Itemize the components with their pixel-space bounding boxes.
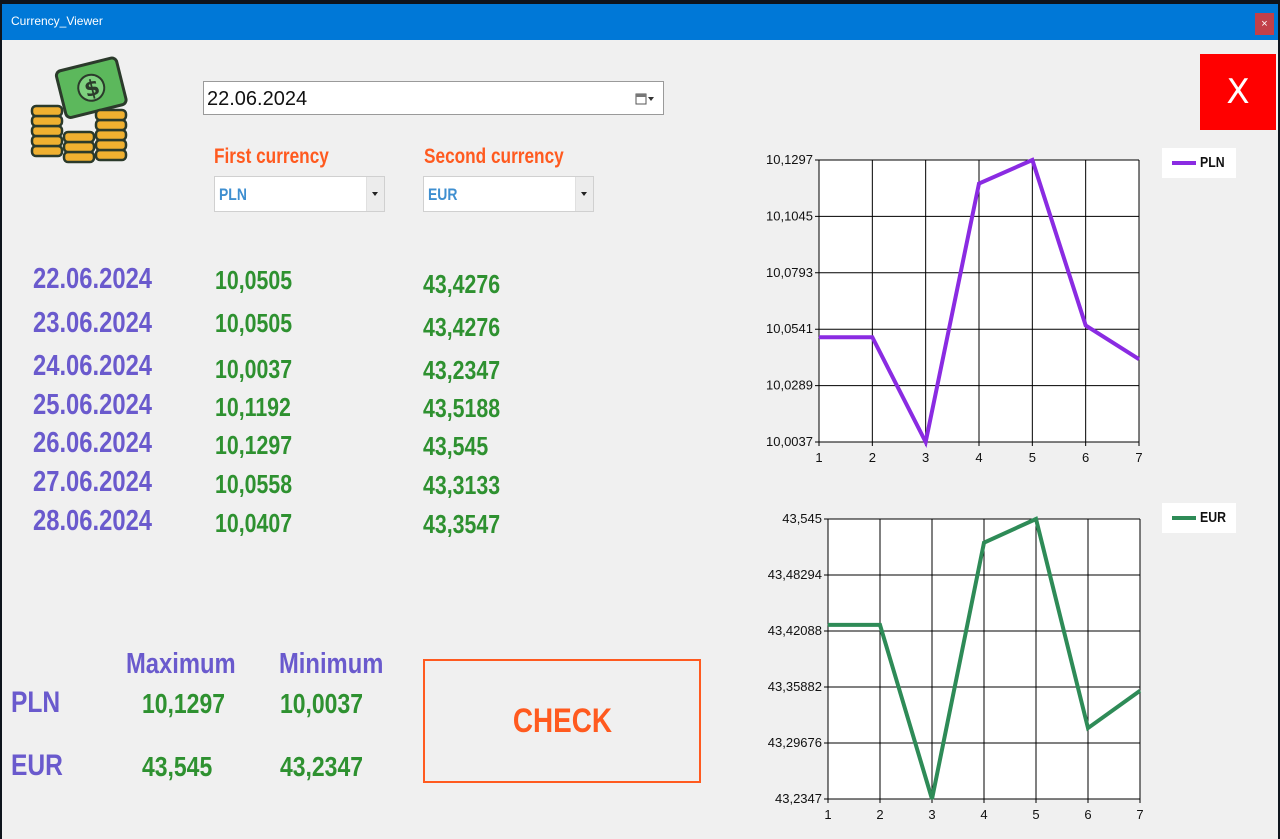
x-tick-label: 3	[928, 807, 935, 822]
data-point	[818, 336, 820, 338]
data-point	[879, 624, 881, 626]
x-tick-label: 1	[824, 807, 831, 822]
y-tick-label: 10,0793	[766, 265, 813, 280]
rate-first-value: 10,0407	[215, 508, 293, 538]
eur-line-chart: 43,2347 43,29676 43,35882 43,42088 43,48294 4…	[768, 511, 1144, 822]
pln-chart-legend: PLN	[1162, 148, 1236, 178]
y-tick-label: 43,29676	[768, 735, 822, 750]
second-currency-select[interactable]: EUR	[423, 176, 594, 212]
rate-first-value: 10,0505	[215, 308, 293, 338]
stats-min-value: 43,2347	[280, 751, 363, 782]
rate-first-value: 10,0558	[215, 469, 293, 499]
x-tick-label: 7	[1135, 450, 1142, 465]
x-tick-label: 4	[980, 807, 987, 822]
calendar-dropdown-icon[interactable]	[635, 93, 655, 105]
y-tick-label: 43,42088	[768, 623, 822, 638]
chevron-down-icon[interactable]	[366, 177, 384, 211]
data-point	[1031, 159, 1033, 161]
y-tick-label: 10,1045	[766, 208, 813, 223]
data-point	[931, 798, 933, 800]
data-point	[1085, 324, 1087, 326]
data-point	[983, 542, 985, 544]
legend-label: EUR	[1200, 509, 1226, 526]
app-window: Currency_Viewer × $ 22.06.2024 X First c…	[2, 4, 1278, 839]
rate-date: 26.06.2024	[33, 427, 153, 459]
chevron-down-icon[interactable]	[575, 177, 593, 211]
x-tick-label: 3	[922, 450, 929, 465]
legend-swatch	[1172, 161, 1196, 165]
date-picker-value: 22.06.2024	[207, 88, 308, 110]
rate-date: 27.06.2024	[33, 466, 153, 498]
legend-label: PLN	[1200, 154, 1225, 171]
stats-max-value: 43,545	[142, 751, 213, 782]
rate-first-value: 10,0037	[215, 354, 293, 384]
first-currency-select-value: PLN	[219, 185, 247, 204]
y-tick-label: 43,2347	[775, 791, 822, 806]
x-tick-label: 1	[815, 450, 822, 465]
eur-chart-legend: EUR	[1162, 503, 1236, 533]
check-button-label: CHECK	[512, 702, 612, 740]
rate-date: 23.06.2024	[33, 307, 153, 339]
second-currency-label: Second currency	[424, 145, 564, 168]
window-close-button[interactable]: ×	[1255, 13, 1274, 35]
second-currency-select-value: EUR	[428, 185, 458, 204]
rate-second-value: 43,3547	[423, 509, 501, 539]
data-point	[1087, 727, 1089, 729]
minimum-header: Minimum	[279, 648, 384, 680]
window-title: Currency_Viewer	[11, 14, 103, 28]
exit-button[interactable]: X	[1200, 54, 1276, 130]
x-tick-label: 6	[1084, 807, 1091, 822]
x-tick-label: 2	[869, 450, 876, 465]
maximum-header: Maximum	[126, 648, 236, 680]
rate-date: 28.06.2024	[33, 505, 153, 537]
stats-max-value: 10,1297	[142, 688, 225, 719]
y-tick-label: 43,48294	[768, 567, 822, 582]
money-logo-icon: $	[30, 56, 128, 164]
y-tick-label: 43,35882	[768, 679, 822, 694]
title-bar: Currency_Viewer ×	[2, 4, 1278, 40]
data-point	[1139, 690, 1141, 692]
rate-date: 22.06.2024	[33, 263, 153, 295]
rate-second-value: 43,2347	[423, 355, 501, 385]
y-tick-label: 43,545	[782, 511, 822, 526]
rate-second-value: 43,3133	[423, 470, 501, 500]
rate-second-value: 43,5188	[423, 393, 501, 423]
x-tick-label: 5	[1032, 807, 1039, 822]
data-point	[1138, 358, 1140, 360]
x-tick-label: 2	[876, 807, 883, 822]
rate-second-value: 43,545	[423, 431, 489, 461]
x-tick-label: 4	[975, 450, 982, 465]
x-tick-label: 5	[1029, 450, 1036, 465]
check-button[interactable]: CHECK	[423, 659, 701, 783]
rate-second-value: 43,4276	[423, 312, 501, 342]
x-tick-label: 7	[1136, 807, 1143, 822]
x-tick-label: 6	[1082, 450, 1089, 465]
rate-first-value: 10,0505	[215, 265, 293, 295]
data-point	[871, 336, 873, 338]
rate-first-value: 10,1192	[215, 392, 291, 422]
data-point	[827, 624, 829, 626]
y-tick-label: 10,0037	[766, 434, 813, 449]
stats-currency-label: PLN	[11, 686, 61, 719]
data-point	[925, 441, 927, 443]
y-tick-label: 10,0289	[766, 378, 813, 393]
rate-first-value: 10,1297	[215, 430, 293, 460]
y-tick-label: 10,1297	[766, 152, 813, 167]
pln-line-chart: 10,0037 10,0289 10,0541 10,0793 10,1045 10,12…	[766, 152, 1143, 465]
legend-swatch	[1172, 516, 1196, 520]
stats-min-value: 10,0037	[280, 688, 363, 719]
stats-currency-label: EUR	[11, 749, 63, 782]
y-tick-label: 10,0541	[766, 321, 813, 336]
date-picker[interactable]: 22.06.2024	[203, 81, 664, 115]
rate-date: 25.06.2024	[33, 389, 153, 421]
rate-date: 24.06.2024	[33, 350, 153, 382]
data-point	[978, 183, 980, 184]
data-point	[1035, 518, 1037, 520]
first-currency-label: First currency	[214, 145, 329, 168]
rate-second-value: 43,4276	[423, 269, 501, 299]
first-currency-select[interactable]: PLN	[214, 176, 385, 212]
